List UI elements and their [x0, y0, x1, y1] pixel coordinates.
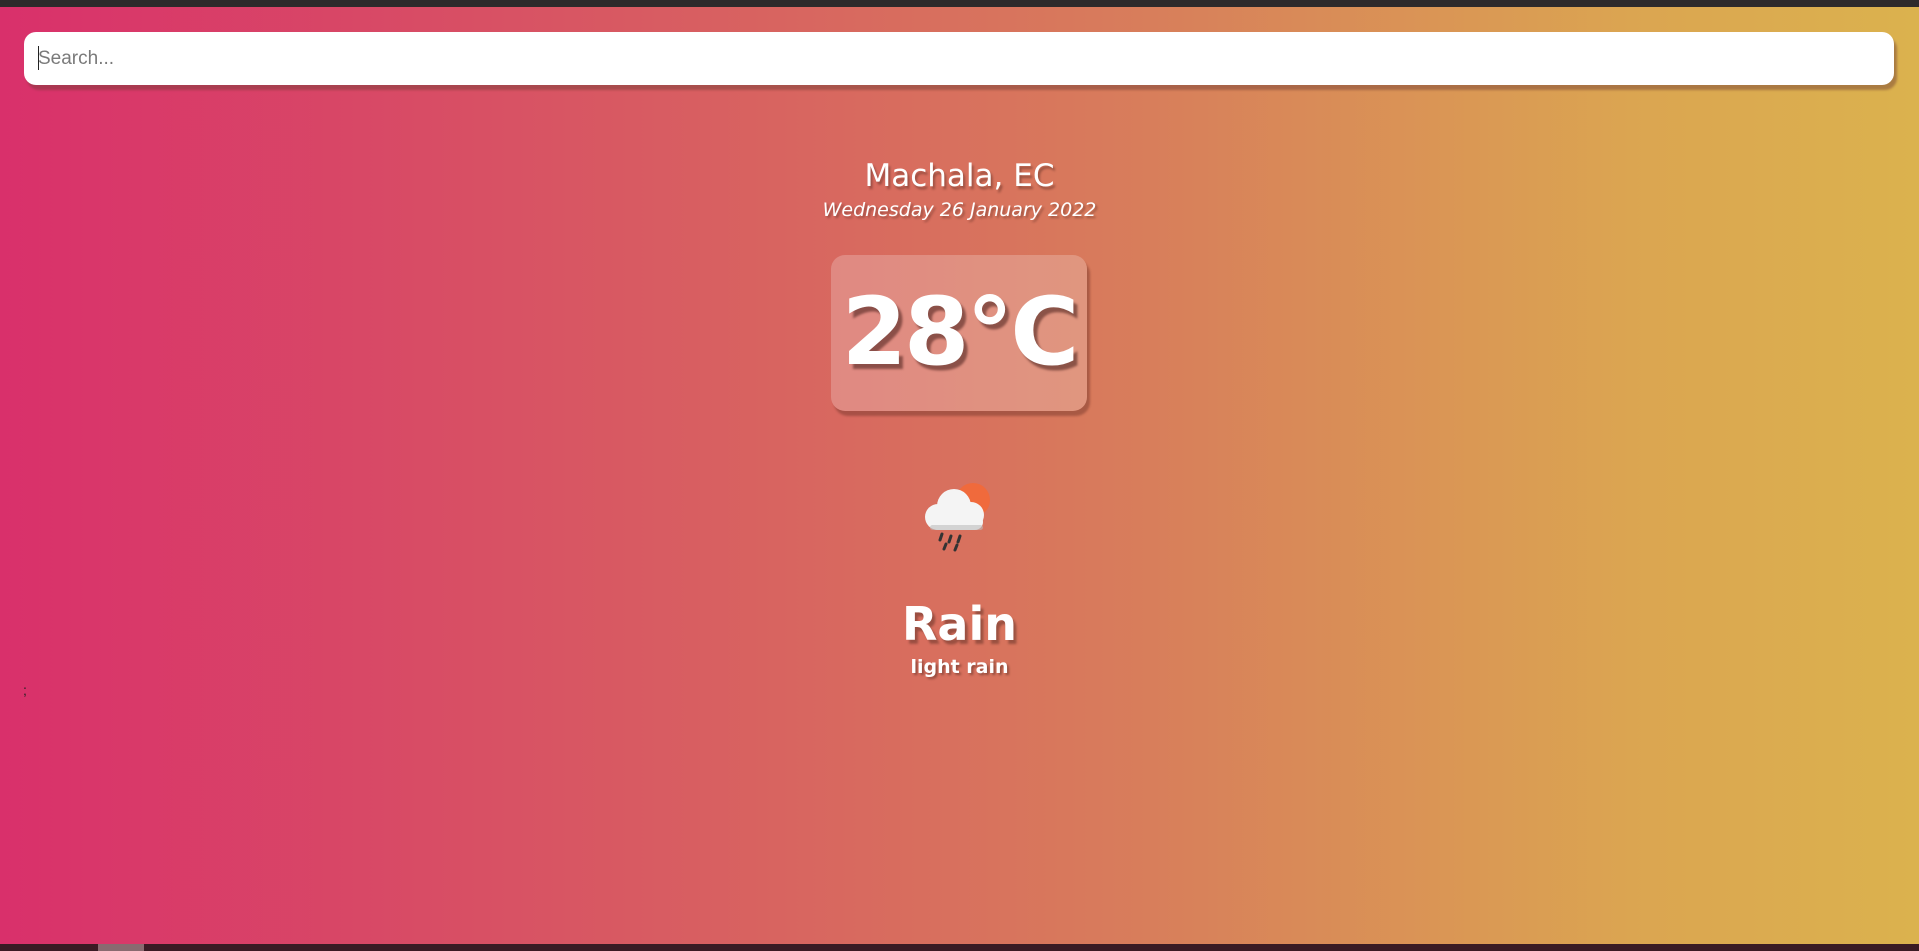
- search-input[interactable]: [24, 32, 1894, 85]
- rain-cloud-sun-icon: [916, 474, 1000, 558]
- search-box[interactable]: [24, 32, 1894, 85]
- current-date: Wednesday 26 January 2022: [822, 199, 1097, 221]
- text-caret: [38, 46, 39, 70]
- taskbar-item[interactable]: [98, 944, 144, 951]
- weather-description: light rain: [910, 656, 1009, 678]
- stray-text: ;: [23, 682, 27, 698]
- location-title: Machala, EC: [864, 158, 1055, 194]
- taskbar: [0, 944, 1919, 951]
- temperature-card: 28°C: [831, 255, 1087, 411]
- window-top-bar: [0, 0, 1919, 7]
- weather-condition: Rain: [902, 597, 1017, 651]
- temperature-value: 28°C: [841, 278, 1080, 387]
